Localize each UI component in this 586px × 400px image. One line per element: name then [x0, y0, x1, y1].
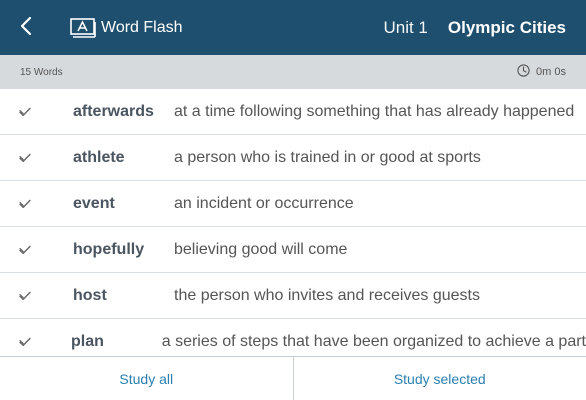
footer-bar: Study all Study selected — [0, 356, 586, 400]
checkmark-icon[interactable] — [19, 245, 39, 255]
word-definition: believing good will come — [174, 240, 348, 258]
chevron-left-icon — [20, 16, 32, 40]
study-selected-button[interactable]: Study selected — [292, 357, 586, 400]
word-count: 15 Words — [20, 66, 63, 78]
word-term: athlete — [73, 148, 125, 166]
elapsed-time: 0m 0s — [536, 66, 566, 78]
word-definition: at a time following something that has a… — [174, 102, 575, 120]
word-row[interactable]: afterwards at a time following something … — [0, 89, 586, 135]
checkmark-icon[interactable] — [19, 199, 39, 209]
top-bar: Word Flash Unit 1 Olympic Cities — [0, 0, 586, 55]
study-all-button[interactable]: Study all — [0, 357, 293, 400]
checkmark-icon[interactable] — [19, 107, 39, 117]
word-row[interactable]: athlete a person who is trained in or goo… — [0, 135, 586, 181]
word-term: plan — [70, 332, 104, 350]
header-right: Unit 1 Olympic Cities — [383, 18, 586, 38]
unit-label: Unit 1 — [383, 17, 428, 37]
timer: 0m 0s — [517, 64, 566, 80]
word-term: hopefully — [73, 240, 145, 258]
word-definition: an incident or occurrence — [174, 194, 354, 212]
word-list: afterwards at a time following something … — [0, 89, 586, 356]
back-button[interactable] — [0, 0, 52, 55]
word-row[interactable]: host the person who invites and receives … — [0, 273, 586, 319]
checkmark-icon[interactable] — [19, 291, 39, 301]
word-term: event — [73, 194, 115, 212]
info-bar: 15 Words 0m 0s — [0, 55, 586, 89]
word-definition: the person who invites and receives gues… — [174, 286, 480, 304]
flashcard-icon — [70, 17, 96, 39]
lesson-title: Olympic Cities — [447, 17, 566, 37]
word-row[interactable]: plan a series of steps that have been org… — [0, 319, 586, 356]
word-term: host — [73, 286, 107, 304]
app-title: Word Flash — [101, 18, 183, 36]
word-row[interactable]: event an incident or occurrence — [0, 181, 586, 227]
word-definition: a person who is trained in or good at sp… — [174, 148, 481, 166]
app-brand: Word Flash — [70, 17, 183, 39]
clock-icon — [517, 64, 536, 80]
word-term: afterwards — [73, 102, 154, 120]
checkmark-icon[interactable] — [19, 153, 39, 163]
checkmark-icon[interactable] — [19, 337, 37, 347]
word-row[interactable]: hopefully believing good will come — [0, 227, 586, 273]
word-definition: a series of steps that have been organiz… — [161, 332, 586, 350]
